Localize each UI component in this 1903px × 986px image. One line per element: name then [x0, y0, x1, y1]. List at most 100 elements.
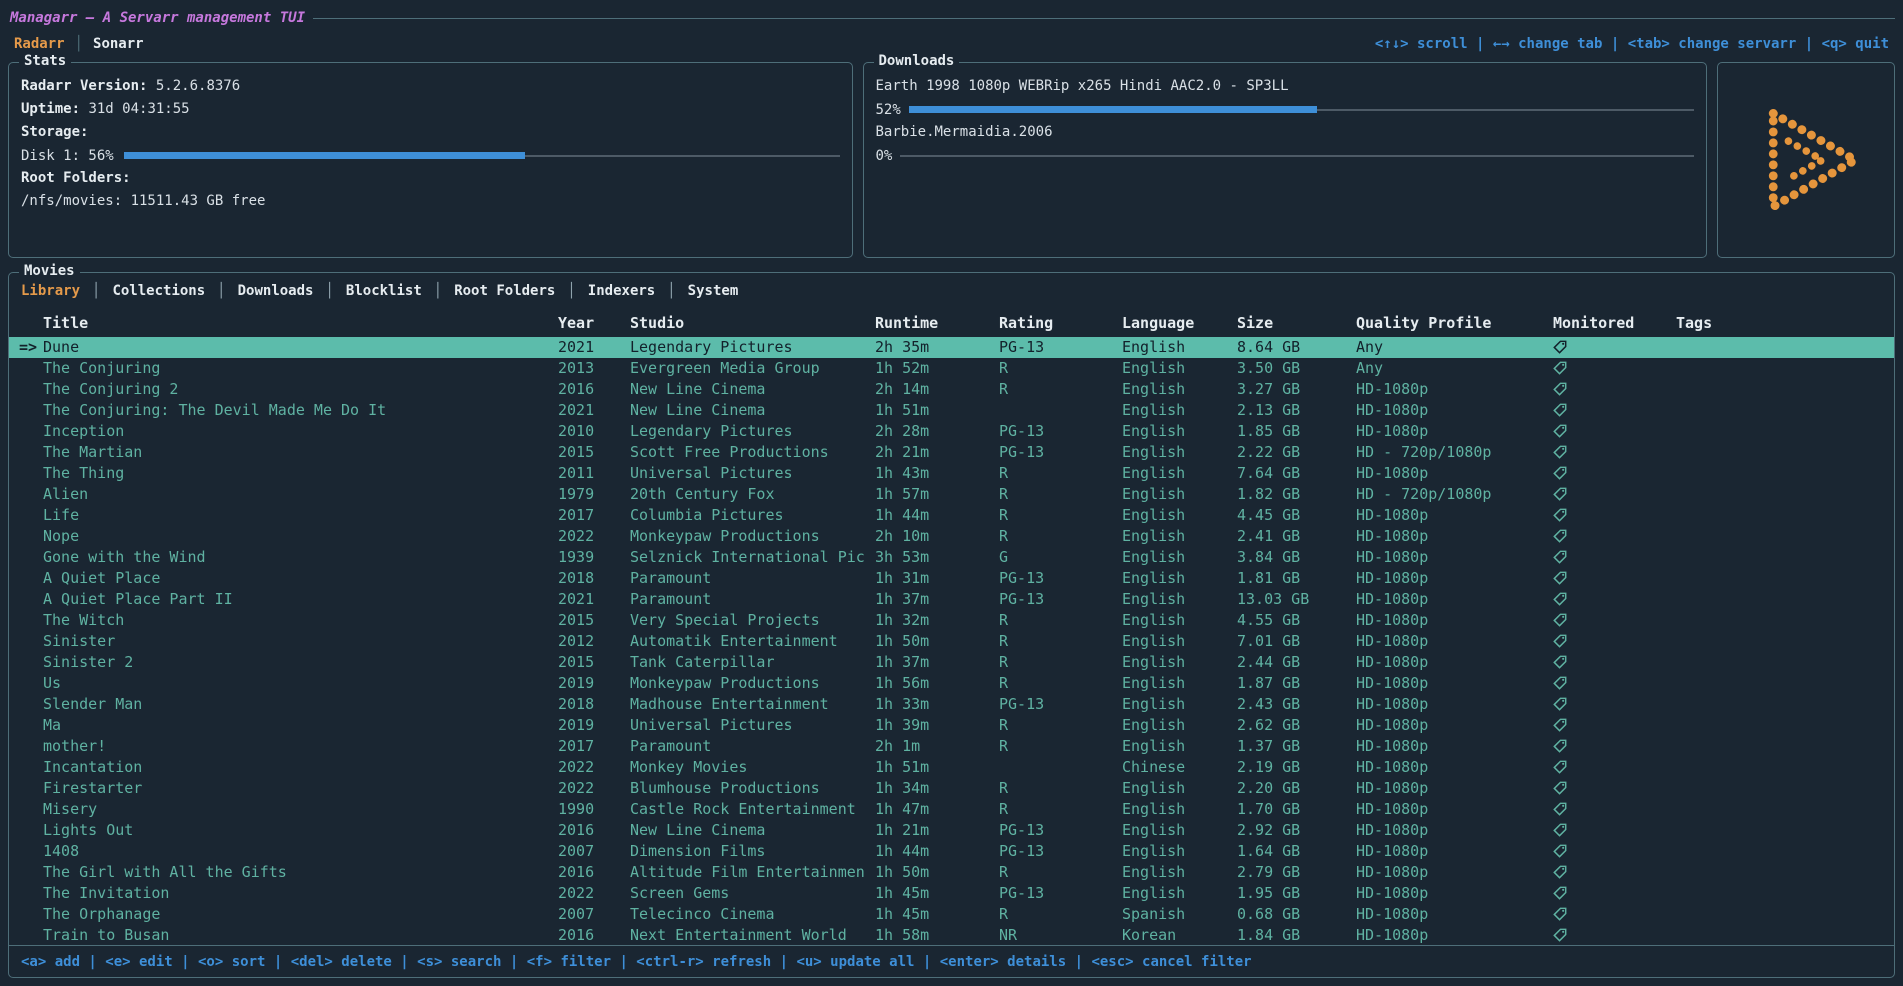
column-header-monitored[interactable]: Monitored [1553, 314, 1676, 332]
cell-studio: Monkey Movies [630, 757, 875, 778]
tag-icon [1553, 634, 1567, 648]
column-header-rating[interactable]: Rating [999, 314, 1122, 332]
cell-rating [999, 400, 1122, 421]
tab-collections[interactable]: Collections [102, 283, 215, 299]
tab-indexers[interactable]: Indexers [578, 283, 665, 299]
cell-language: English [1122, 442, 1237, 463]
tab-root-folders[interactable]: Root Folders [444, 283, 565, 299]
tag-icon [1553, 760, 1567, 774]
uptime-value: 31d 04:31:55 [88, 101, 189, 117]
movie-row-nope[interactable]: Nope2022Monkeypaw Productions2h 10mREngl… [9, 526, 1894, 547]
cell-language: Spanish [1122, 904, 1237, 925]
column-header-studio[interactable]: Studio [630, 314, 875, 332]
root-folder-value: /nfs/movies: 11511.43 GB free [21, 193, 265, 209]
row-selector [9, 526, 43, 547]
cell-size: 1.84 GB [1237, 925, 1356, 945]
cell-year: 2013 [558, 358, 630, 379]
column-header-year[interactable]: Year [558, 314, 630, 332]
movie-row-inception[interactable]: Inception2010Legendary Pictures2h 28mPG-… [9, 421, 1894, 442]
cell-title: Life [43, 505, 558, 526]
column-header-language[interactable]: Language [1122, 314, 1237, 332]
movie-row-a-quiet-place-part-ii[interactable]: A Quiet Place Part II2021Paramount1h 37m… [9, 589, 1894, 610]
row-selector [9, 421, 43, 442]
movie-row-gone-with-the-wind[interactable]: Gone with the Wind1939Selznick Internati… [9, 547, 1894, 568]
movie-row-us[interactable]: Us2019Monkeypaw Productions1h 56mREnglis… [9, 673, 1894, 694]
movie-row-train-to-busan[interactable]: Train to Busan2016Next Entertainment Wor… [9, 925, 1894, 945]
movie-row-lights-out[interactable]: Lights Out2016New Line Cinema1h 21mPG-13… [9, 820, 1894, 841]
movie-row-a-quiet-place[interactable]: A Quiet Place2018Paramount1h 31mPG-13Eng… [9, 568, 1894, 589]
cell-tags [1676, 631, 1894, 652]
movie-row-sinister-2[interactable]: Sinister 22015Tank Caterpillar1h 37mREng… [9, 652, 1894, 673]
movie-row-ma[interactable]: Ma2019Universal Pictures1h 39mREnglish2.… [9, 715, 1894, 736]
cell-runtime: 1h 45m [875, 904, 999, 925]
cell-monitored [1553, 799, 1676, 820]
cell-runtime: 1h 51m [875, 400, 999, 421]
movie-row-the-conjuring-the-devil-made-me-do-it[interactable]: The Conjuring: The Devil Made Me Do It20… [9, 400, 1894, 421]
column-header-quality-profile[interactable]: Quality Profile [1356, 314, 1553, 332]
cell-tags [1676, 505, 1894, 526]
cell-title: Dune [43, 337, 558, 358]
movie-row-the-martian[interactable]: The Martian2015Scott Free Productions2h … [9, 442, 1894, 463]
titlebar-rule [313, 18, 1895, 19]
cell-quality: Any [1356, 337, 1553, 358]
cell-title: The Orphanage [43, 904, 558, 925]
column-header-tags[interactable]: Tags [1676, 314, 1894, 332]
movie-row-dune[interactable]: =>Dune2021Legendary Pictures2h 35mPG-13E… [9, 337, 1894, 358]
movie-row-the-conjuring[interactable]: The Conjuring2013Evergreen Media Group1h… [9, 358, 1894, 379]
movie-row-firestarter[interactable]: Firestarter2022Blumhouse Productions1h 3… [9, 778, 1894, 799]
movie-row-the-orphanage[interactable]: The Orphanage2007Telecinco Cinema1h 45mR… [9, 904, 1894, 925]
tag-icon [1553, 928, 1567, 942]
cell-monitored [1553, 568, 1676, 589]
movie-row-slender-man[interactable]: Slender Man2018Madhouse Entertainment1h … [9, 694, 1894, 715]
tab-library[interactable]: Library [21, 283, 90, 299]
cell-studio: Screen Gems [630, 883, 875, 904]
tag-icon [1553, 466, 1567, 480]
titlebar: Managarr — A Servarr management TUI [8, 6, 1895, 30]
tab-blocklist[interactable]: Blocklist [336, 283, 432, 299]
movie-row-incantation[interactable]: Incantation2022Monkey Movies1h 51mChines… [9, 757, 1894, 778]
cell-year: 2021 [558, 337, 630, 358]
downloads-panel: Downloads Earth 1998 1080p WEBRip x265 H… [863, 62, 1708, 258]
row-selector [9, 778, 43, 799]
cell-title: Nope [43, 526, 558, 547]
cell-studio: Next Entertainment World [630, 925, 875, 945]
cell-tags [1676, 526, 1894, 547]
movie-row-alien[interactable]: Alien197920th Century Fox1h 57mREnglish1… [9, 484, 1894, 505]
cell-monitored [1553, 778, 1676, 799]
cell-rating: R [999, 652, 1122, 673]
movie-row-the-girl-with-all-the-gifts[interactable]: The Girl with All the Gifts2016Altitude … [9, 862, 1894, 883]
cell-monitored [1553, 736, 1676, 757]
cell-runtime: 1h 50m [875, 862, 999, 883]
movie-row-sinister[interactable]: Sinister2012Automatik Entertainment1h 50… [9, 631, 1894, 652]
movie-row-the-conjuring-2[interactable]: The Conjuring 22016New Line Cinema2h 14m… [9, 379, 1894, 400]
column-header-runtime[interactable]: Runtime [875, 314, 999, 332]
cell-runtime: 1h 47m [875, 799, 999, 820]
column-header-size[interactable]: Size [1237, 314, 1356, 332]
tab-system[interactable]: System [678, 283, 749, 299]
cell-tags [1676, 337, 1894, 358]
movie-row-life[interactable]: Life2017Columbia Pictures1h 44mREnglish4… [9, 505, 1894, 526]
cell-size: 4.45 GB [1237, 505, 1356, 526]
cell-monitored [1553, 694, 1676, 715]
column-header-title[interactable]: Title [43, 314, 558, 332]
tab-downloads[interactable]: Downloads [228, 283, 324, 299]
cell-studio: Legendary Pictures [630, 421, 875, 442]
cell-size: 3.27 GB [1237, 379, 1356, 400]
cell-rating: PG-13 [999, 421, 1122, 442]
cell-runtime: 2h 28m [875, 421, 999, 442]
tag-icon [1553, 361, 1567, 375]
tab-radarr[interactable]: Radarr [8, 36, 75, 52]
movie-row-1408[interactable]: 14082007Dimension Films1h 44mPG-13Englis… [9, 841, 1894, 862]
tab-sonarr[interactable]: Sonarr [83, 36, 154, 52]
tag-icon [1553, 718, 1567, 732]
cell-title: The Conjuring 2 [43, 379, 558, 400]
movie-row-misery[interactable]: Misery1990Castle Rock Entertainment1h 47… [9, 799, 1894, 820]
movie-row-the-invitation[interactable]: The Invitation2022Screen Gems1h 45mPG-13… [9, 883, 1894, 904]
cell-title: The Conjuring [43, 358, 558, 379]
cell-rating: PG-13 [999, 337, 1122, 358]
movie-row-mother-[interactable]: mother!2017Paramount2h 1mREnglish1.37 GB… [9, 736, 1894, 757]
movie-row-the-thing[interactable]: The Thing2011Universal Pictures1h 43mREn… [9, 463, 1894, 484]
movie-row-the-witch[interactable]: The Witch2015Very Special Projects1h 32m… [9, 610, 1894, 631]
cell-size: 7.64 GB [1237, 463, 1356, 484]
row-selector [9, 841, 43, 862]
